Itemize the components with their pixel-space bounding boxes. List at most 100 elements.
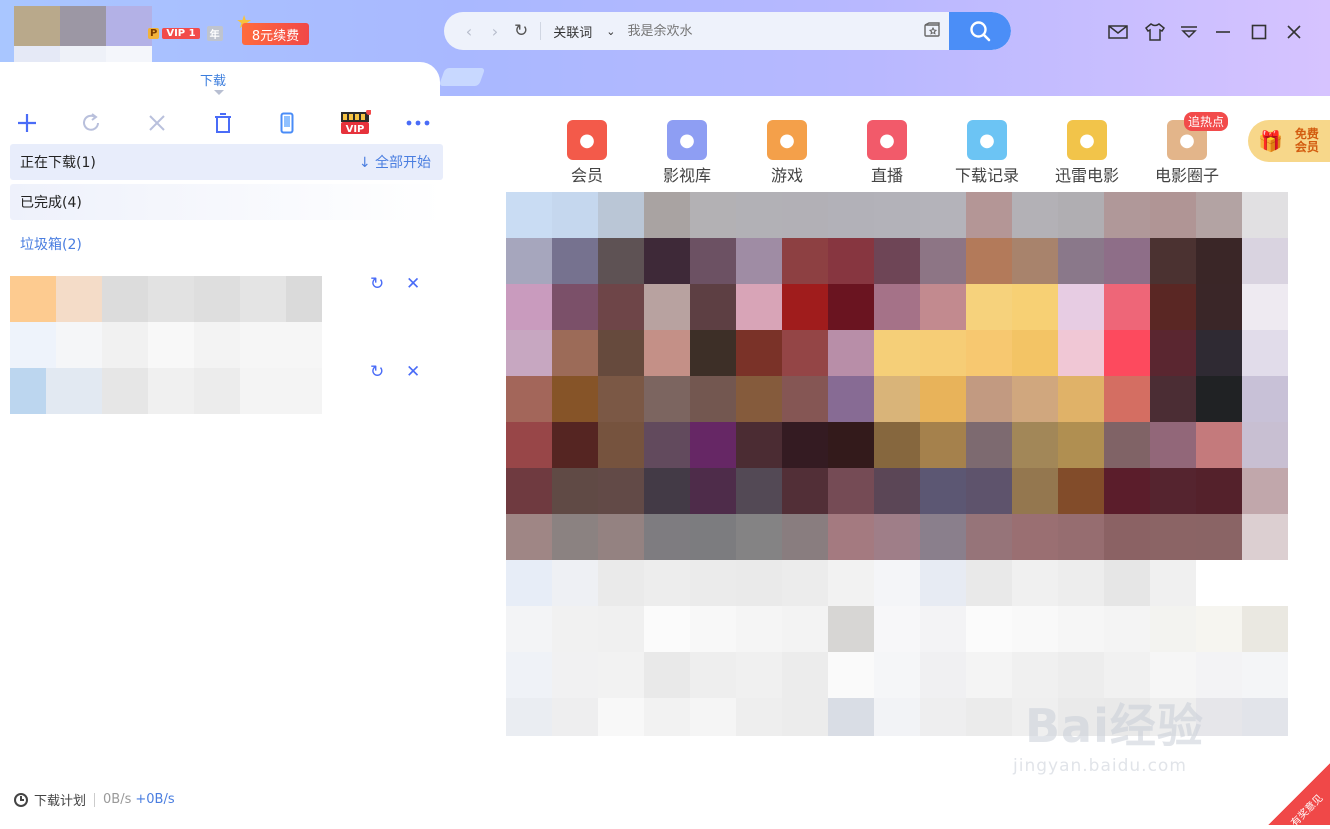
preview-pixel (828, 422, 874, 468)
restore-icon[interactable]: ↻ (370, 362, 384, 382)
minimize-icon[interactable] (1211, 20, 1235, 44)
preview-pixel (920, 606, 966, 652)
avatar[interactable] (14, 6, 152, 64)
phone-icon[interactable] (272, 108, 302, 138)
chevron-down-icon[interactable]: ⌄ (606, 25, 615, 38)
preview-pixel (1012, 284, 1058, 330)
preview-pixel (966, 238, 1012, 284)
preview-pixel (736, 698, 782, 736)
preview-pixel (552, 284, 598, 330)
add-icon[interactable] (12, 108, 42, 138)
back-icon[interactable]: ‹ (460, 22, 478, 41)
bird-icon: ● (1067, 120, 1107, 160)
remove-icon[interactable]: ✕ (406, 274, 420, 294)
search-input[interactable] (625, 22, 880, 40)
reload-icon[interactable]: ↻ (514, 21, 528, 41)
feedback-corner[interactable]: 有奖意见 (1268, 763, 1330, 829)
shortcut-0[interactable]: ● 会员 (547, 118, 627, 186)
preview-pixel (1242, 192, 1288, 238)
skin-icon[interactable] (1143, 20, 1167, 44)
preview-pixel (966, 560, 1012, 606)
preview-pixel (1104, 192, 1150, 238)
preview-pixel (1150, 606, 1196, 652)
preview-pixel (644, 376, 690, 422)
preview-pixel (966, 192, 1012, 238)
renew-label: 8元续费 (242, 23, 309, 45)
preview-pixel (598, 238, 644, 284)
preview-pixel (1104, 238, 1150, 284)
preview-pixel (644, 560, 690, 606)
more-icon[interactable] (403, 108, 433, 138)
vip-speed-icon[interactable]: VIP (338, 108, 372, 138)
preview-pixel (920, 560, 966, 606)
shortcut-5[interactable]: ● 迅雷电影 (1047, 118, 1127, 186)
preview-pixel (552, 514, 598, 560)
download-plan-link[interactable]: 下载计划 (34, 790, 86, 809)
preview-pixel (782, 652, 828, 698)
content-preview-image[interactable] (506, 192, 1288, 736)
category-downloading[interactable]: 正在下载(1) ↓ 全部开始 (10, 144, 443, 180)
preview-pixel (920, 238, 966, 284)
preview-pixel (920, 514, 966, 560)
preview-pixel (506, 284, 552, 330)
preview-pixel (966, 376, 1012, 422)
preview-pixel (1104, 284, 1150, 330)
preview-pixel (874, 560, 920, 606)
preview-pixel (1150, 560, 1196, 606)
preview-pixel (828, 698, 874, 736)
delete-icon[interactable] (208, 108, 238, 138)
preview-pixel (1058, 422, 1104, 468)
preview-pixel (506, 238, 552, 284)
preview-pixel (736, 468, 782, 514)
preview-pixel (736, 238, 782, 284)
shortcut-4[interactable]: ● 下载记录 (947, 118, 1027, 186)
preview-pixel (782, 514, 828, 560)
category-trash[interactable]: 垃圾箱(2) (10, 226, 443, 262)
preview-pixel (1058, 192, 1104, 238)
preview-pixel (506, 330, 552, 376)
svg-text:VIP: VIP (346, 124, 365, 135)
preview-pixel (598, 514, 644, 560)
new-tab-button[interactable] (438, 68, 486, 86)
search-button[interactable] (949, 12, 1011, 50)
film-icon: ● (667, 120, 707, 160)
category-completed[interactable]: 已完成(4) (10, 184, 443, 220)
bookmark-star-icon[interactable] (923, 21, 941, 39)
preview-pixel (1196, 560, 1242, 606)
preview-pixel (1196, 606, 1242, 652)
preview-pixel (920, 652, 966, 698)
shortcut-label: 游戏 (770, 166, 803, 185)
preview-pixel (690, 238, 736, 284)
preview-pixel (644, 468, 690, 514)
preview-pixel (598, 192, 644, 238)
cancel-icon[interactable] (142, 108, 172, 138)
preview-pixel (966, 284, 1012, 330)
category-downloading-label: 正在下载(1) (20, 155, 96, 171)
menu-icon[interactable] (1177, 20, 1201, 44)
mail-icon[interactable] (1106, 20, 1130, 44)
start-all-button[interactable]: ↓ 全部开始 (359, 152, 431, 172)
shortcut-3[interactable]: ● 直播 (847, 118, 927, 186)
free-member-button[interactable]: 🎁 免费 会员 (1248, 120, 1330, 162)
vip-badge[interactable]: P VIP 1 年 (148, 26, 223, 41)
preview-pixel (1150, 238, 1196, 284)
preview-pixel (1012, 514, 1058, 560)
shortcut-2[interactable]: ● 游戏 (747, 118, 827, 186)
restore-icon[interactable]: ↻ (370, 274, 384, 294)
remove-icon[interactable]: ✕ (406, 362, 420, 382)
close-icon[interactable] (1282, 20, 1306, 44)
preview-pixel (1196, 330, 1242, 376)
preview-pixel (1242, 698, 1288, 736)
retry-icon[interactable] (76, 108, 106, 138)
preview-pixel (736, 606, 782, 652)
shortcut-1[interactable]: ● 影视库 (647, 118, 727, 186)
tv-icon: ● (867, 120, 907, 160)
forward-icon[interactable]: › (486, 22, 504, 41)
preview-pixel (1104, 422, 1150, 468)
preview-pixel (1196, 422, 1242, 468)
preview-pixel (1242, 238, 1288, 284)
maximize-icon[interactable] (1247, 20, 1271, 44)
preview-pixel (1196, 514, 1242, 560)
preview-pixel (782, 606, 828, 652)
preview-pixel (644, 652, 690, 698)
